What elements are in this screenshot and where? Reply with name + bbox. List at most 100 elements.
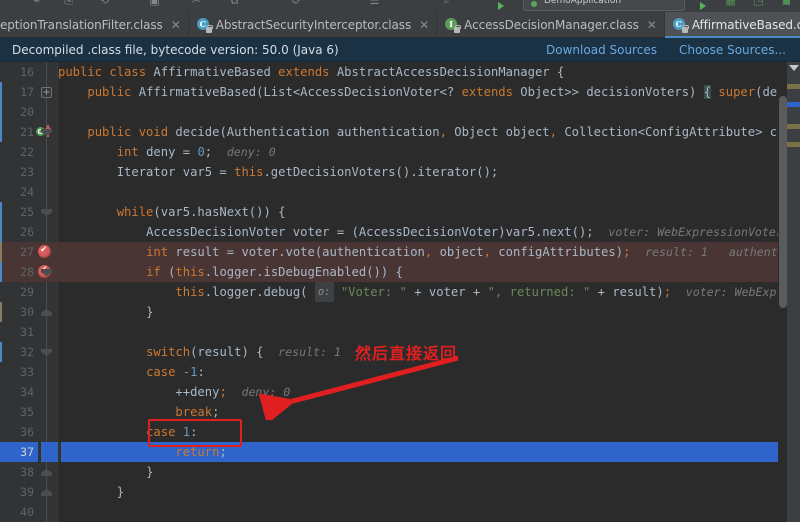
toolbar-icon-7[interactable]: ⟳ (290, 0, 303, 7)
marker-warning[interactable] (787, 84, 800, 89)
code-line-29[interactable]: 29 this.logger.debug( o: "Voter: " + vot… (0, 282, 800, 302)
toolbar-icon-5[interactable]: ✂ (190, 0, 203, 7)
run-button-icon[interactable] (498, 2, 504, 10)
fold-end-icon[interactable] (41, 487, 52, 498)
marker-warning[interactable] (787, 142, 800, 147)
stop-icon[interactable]: ◼ (780, 0, 793, 7)
editor-tab-label: eptionTranslationFilter.class (0, 18, 163, 32)
code-text: public void decide(Authentication authen… (87, 125, 800, 139)
editor-tab-2[interactable]: I AccessDecisionManager.class ✕ (437, 12, 665, 38)
code-text: case -1: (146, 365, 205, 379)
code-line-40[interactable]: 40 (0, 502, 800, 522)
code-line-39[interactable]: 39 } (0, 482, 800, 502)
editor-tab-label: AccessDecisionManager.class (464, 18, 639, 32)
annotation-arrow (258, 355, 459, 420)
code-line-27[interactable]: 27 int result = voter.vote(authenticatio… (0, 242, 800, 262)
code-line-21[interactable]: 21 O public void decide(Authentication a… (0, 122, 800, 142)
breakpoint-icon[interactable] (38, 244, 51, 258)
main-toolbar-strip: ⌁ ⎘ ⟲ ▣ ✂ ⧉ ⟳ ☰ ⌕ DemoApplication ▦ ◳ ◼ (0, 0, 800, 12)
line-number: 37 (20, 445, 34, 459)
profile-icon[interactable]: ◳ (752, 0, 765, 7)
code-line-22[interactable]: 22 int deny = 0; deny: 0 (0, 142, 800, 162)
fold-expand-icon[interactable]: + (41, 87, 52, 98)
close-icon[interactable]: ✕ (647, 19, 657, 31)
line-number: 30 (20, 305, 34, 319)
toolbar-icon-8[interactable]: ☰ (368, 0, 381, 7)
code-line-23[interactable]: 23 Iterator var5 = this.getDecisionVoter… (0, 162, 800, 182)
gutter-gap (38, 442, 41, 462)
inline-parameter-hint: o: (314, 282, 334, 302)
editor-tab-label: AffirmativeBased.clas (691, 18, 800, 32)
code-line-30[interactable]: 30 } (0, 302, 800, 322)
run-configuration-selector[interactable]: DemoApplication (523, 0, 685, 11)
toolbar-icon-6[interactable]: ⧉ (228, 0, 241, 7)
editor-tab-0[interactable]: eptionTranslationFilter.class ✕ (0, 12, 189, 38)
line-number: 34 (20, 385, 34, 399)
code-text: if (this.logger.isDebugEnabled()) { (146, 265, 403, 279)
fold-collapse-icon[interactable] (41, 127, 52, 138)
editor-tab-3[interactable]: C AffirmativeBased.clas (664, 12, 800, 38)
code-text: int deny = 0; deny: 0 (116, 145, 276, 159)
code-text: return; (175, 445, 227, 459)
fold-collapse-icon[interactable] (41, 207, 52, 218)
line-number: 28 (20, 265, 34, 279)
code-line-24[interactable]: 24 (0, 182, 800, 202)
marker-warning[interactable] (787, 124, 800, 129)
toolbar-icon-2[interactable]: ⎘ (62, 0, 75, 7)
close-icon[interactable]: ✕ (419, 19, 429, 31)
code-line-16[interactable]: 16 public class AffirmativeBased extends… (0, 62, 800, 82)
inline-debug-hint: result: 1 authentication: "or (645, 245, 800, 259)
line-number: 39 (20, 485, 34, 499)
inline-debug-hint: voter: WebExpressionVoter@8885 (608, 225, 800, 239)
code-line-17[interactable]: 17 + public AffirmativeBased(List<Access… (0, 82, 800, 102)
marker-caret-position[interactable] (787, 102, 800, 107)
toolbar-icon-9[interactable]: ⌕ (440, 0, 453, 7)
editor-vertical-scrollbar-thumb[interactable] (779, 96, 787, 308)
spring-boot-icon (531, 1, 537, 7)
choose-sources-link[interactable]: Choose Sources... (679, 43, 786, 57)
line-number: 16 (20, 65, 34, 79)
java-class-icon: C (672, 18, 689, 33)
line-number: 21 (20, 125, 34, 139)
download-sources-link[interactable]: Download Sources (546, 43, 657, 57)
code-line-25[interactable]: 25 while(var5.hasNext()) { (0, 202, 800, 222)
toolbar-icon-1[interactable]: ⌁ (30, 0, 43, 7)
code-line-28[interactable]: 28 if (this.logger.isDebugEnabled()) { (0, 262, 800, 282)
fold-end-icon[interactable] (41, 307, 52, 318)
code-line-38[interactable]: 38 } (0, 462, 800, 482)
editor-marker-gutter[interactable] (787, 62, 800, 522)
line-number: 31 (20, 325, 34, 339)
line-number: 25 (20, 205, 34, 219)
code-line-36[interactable]: 36 case 1: (0, 422, 800, 442)
line-number: 35 (20, 405, 34, 419)
coverage-icon[interactable]: ▦ (724, 0, 737, 7)
debug-run-icon[interactable] (700, 2, 706, 10)
fold-collapse-icon[interactable] (41, 347, 52, 358)
code-text: } (146, 305, 154, 319)
line-number: 33 (20, 365, 34, 379)
line-number: 17 (20, 85, 34, 99)
code-text: case 1: (146, 425, 198, 439)
code-line-26[interactable]: 26 AccessDecisionVoter voter = (AccessDe… (0, 222, 800, 242)
code-editor[interactable]: 16 public class AffirmativeBased extends… (0, 62, 800, 522)
line-number: 32 (20, 345, 34, 359)
line-number: 36 (20, 425, 34, 439)
code-text: int result = voter.vote(authentication, … (58, 242, 800, 262)
ide-window: ⌁ ⎘ ⟲ ▣ ✂ ⧉ ⟳ ☰ ⌕ DemoApplication ▦ ◳ ◼ … (0, 0, 800, 522)
code-line-20[interactable]: 20 (0, 102, 800, 122)
code-line-31[interactable]: 31 (0, 322, 800, 342)
close-icon[interactable]: ✕ (171, 19, 181, 31)
editor-tab-1[interactable]: C AbstractSecurityInterceptor.class ✕ (189, 12, 438, 38)
java-class-icon: C (196, 18, 213, 33)
inline-debug-hint: deny: 0 (226, 145, 276, 159)
inspection-status-icon[interactable] (789, 65, 799, 71)
code-text: Iterator var5 = this.getDecisionVoters()… (116, 165, 499, 179)
fold-end-icon[interactable] (41, 467, 52, 478)
decompiled-notification-bar: Decompiled .class file, bytecode version… (0, 38, 800, 62)
code-text: } (116, 485, 125, 499)
code-text: while(var5.hasNext()) { (116, 205, 286, 219)
toolbar-icon-3[interactable]: ⟲ (98, 0, 111, 7)
code-line-37[interactable]: 37 return; (0, 442, 800, 462)
fold-collapse-icon[interactable] (41, 267, 52, 278)
toolbar-icon-4[interactable]: ▣ (148, 0, 161, 7)
